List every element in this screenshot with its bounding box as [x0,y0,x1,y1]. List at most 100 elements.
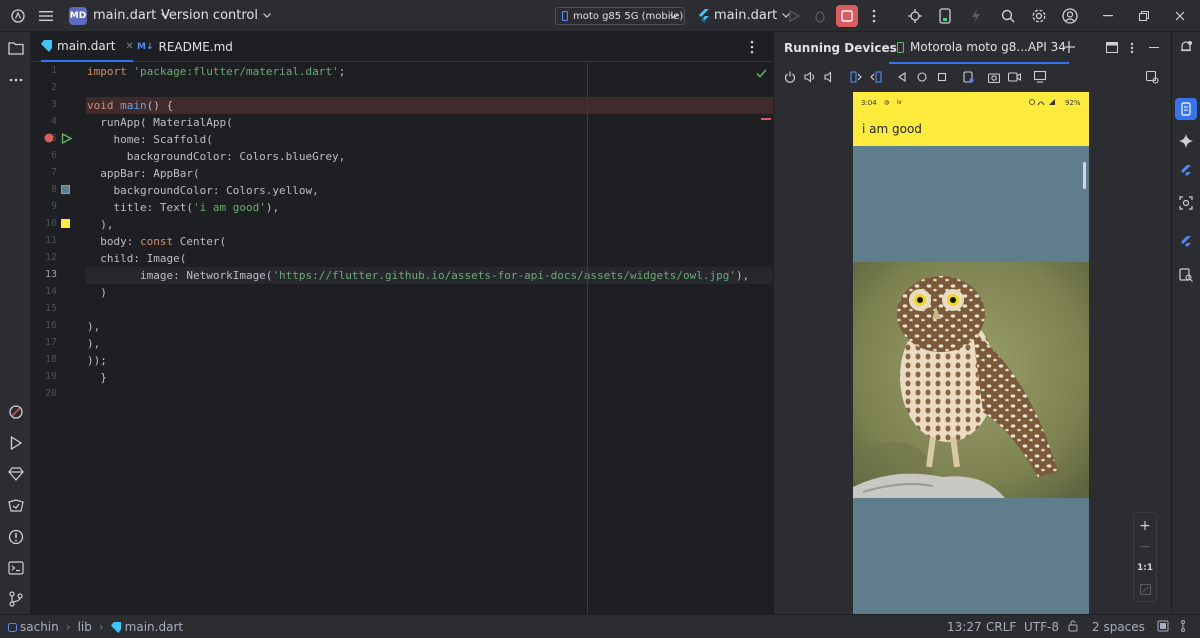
tab-readme[interactable]: M↓ README.md [137,32,233,62]
flutter-inspector-icon[interactable] [6,402,26,422]
problems-icon[interactable] [6,527,26,547]
app-notification-icon: ⅳ [897,99,902,106]
app-quality-icon[interactable] [6,496,26,516]
debug-icon[interactable] [810,6,830,26]
rotate-right-icon[interactable] [868,69,884,85]
breadcrumb-item[interactable]: lib [78,620,92,634]
settings-gear-icon[interactable] [1029,6,1049,26]
hide-panel-icon[interactable] [1149,47,1159,49]
power-icon[interactable] [782,69,798,85]
screenshot-icon[interactable] [986,69,1002,85]
window-layout-icon[interactable] [1106,42,1118,53]
memory-indicator-icon[interactable] [1157,620,1169,632]
flutter-performance-icon[interactable] [1175,232,1197,254]
volume-up-icon[interactable] [802,69,818,85]
minimize-icon[interactable] [1098,6,1118,26]
device-mirroring-icon[interactable] [1032,69,1048,85]
project-selector[interactable]: MD main.dart [69,0,170,32]
code-line: void main() { [86,97,773,114]
more-tabs-icon[interactable] [750,40,754,54]
chevron-down-icon [670,14,678,19]
rotate-left-icon[interactable] [848,69,864,85]
zoom-in-button[interactable]: + [1134,515,1156,537]
color-swatch-bluegrey[interactable] [61,185,70,194]
vcs-selector[interactable]: Version control [161,0,271,32]
line-number: 3 [50,99,57,110]
run-config-label: main.dart [714,8,778,23]
notifications-icon[interactable] [1175,36,1197,58]
volume-down-icon[interactable] [822,69,838,85]
file-encoding[interactable]: UTF-8 [1024,620,1059,634]
account-icon[interactable] [1060,6,1080,26]
line-number: 2 [50,82,57,93]
flash-icon[interactable] [966,6,986,26]
flutter-outline-icon[interactable] [1175,161,1197,183]
device-screen-area: 3:04 ◍ ⅳ 92% i am good + − 1:1 [774,92,1172,614]
zoom-actual-size-button[interactable]: 1:1 [1134,557,1156,579]
readonly-lock-icon[interactable] [1068,620,1078,632]
color-swatch-yellow[interactable] [61,219,70,228]
git-icon[interactable] [6,589,26,609]
phone-screen[interactable]: 3:04 ◍ ⅳ 92% i am good [853,92,1089,614]
running-devices-tool-icon[interactable] [1175,98,1197,120]
gemini-sparkle-icon[interactable] [1175,130,1197,152]
breadcrumb-item[interactable]: sachin [20,620,59,634]
code-line: ), [87,218,114,231]
chevron-right-icon: › [65,620,71,634]
signal-icons [1029,98,1059,106]
line-number: 1 [50,65,57,76]
run-gutter-icon[interactable] [61,133,72,144]
device-manager-icon[interactable] [935,6,955,26]
phone-scrollbar[interactable] [1083,162,1086,189]
code-area[interactable]: import 'package:flutter/material.dart'; … [86,63,773,614]
stop-button[interactable] [836,5,858,27]
keyboard-icon[interactable] [960,69,976,85]
tab-main-dart[interactable]: main.dart ✕ [41,32,134,62]
plugin-icon[interactable] [905,6,925,26]
zoom-controls: + − 1:1 [1133,512,1157,602]
no-problems-check-icon[interactable] [756,69,767,78]
run-config-selector[interactable]: main.dart [698,0,791,32]
code-line: title: Text('i am good'), [87,201,280,214]
breadcrumb-item[interactable]: main.dart [125,620,183,634]
layout-inspector-icon[interactable] [1175,192,1197,214]
add-device-icon[interactable] [1063,41,1075,53]
zoom-fit-icon[interactable] [1134,578,1156,600]
breakpoint-icon[interactable] [44,133,54,143]
right-tool-stripe [1171,32,1200,614]
flutter-icon [698,8,710,23]
code-line: runApp( MaterialApp( [87,116,233,129]
folder-icon[interactable] [6,38,26,58]
line-number: 4 [50,116,57,127]
cursor-position[interactable]: 13:27 [947,620,982,634]
code-line: home: Scaffold( [87,133,213,146]
code-line: )); [87,354,107,367]
main-menu-icon[interactable] [36,6,56,26]
search-icon[interactable] [998,6,1018,26]
line-separator[interactable]: CRLF [986,620,1016,634]
device-file-explorer-icon[interactable] [1175,264,1197,286]
close-icon[interactable] [1170,6,1190,26]
zoom-out-button[interactable]: − [1134,536,1156,558]
indent-setting[interactable]: 2 spaces [1092,620,1145,634]
gem-icon[interactable] [6,464,26,484]
overview-icon[interactable] [934,69,950,85]
close-tab-icon[interactable]: ✕ [125,41,133,52]
options-icon[interactable] [1130,42,1134,54]
git-branch-icon[interactable] [1180,620,1190,632]
back-icon[interactable] [894,69,910,85]
device-settings-icon[interactable] [1144,69,1160,85]
more-tools-icon[interactable] [6,70,26,90]
run-icon[interactable] [784,6,804,26]
error-stripe-marker[interactable] [761,118,771,120]
screen-record-icon[interactable] [1006,69,1022,85]
device-tab[interactable]: Motorola moto g8...API 34 [889,32,1069,64]
app-logo-icon[interactable] [8,6,28,26]
more-actions-icon[interactable] [864,6,884,26]
home-icon[interactable] [914,69,930,85]
terminal-icon[interactable] [6,558,26,578]
device-selector[interactable]: moto g85 5G (mobile) [555,7,685,25]
restore-icon[interactable] [1134,6,1154,26]
code-line: backgroundColor: Colors.yellow, [87,184,319,197]
run-tool-icon[interactable] [6,433,26,453]
